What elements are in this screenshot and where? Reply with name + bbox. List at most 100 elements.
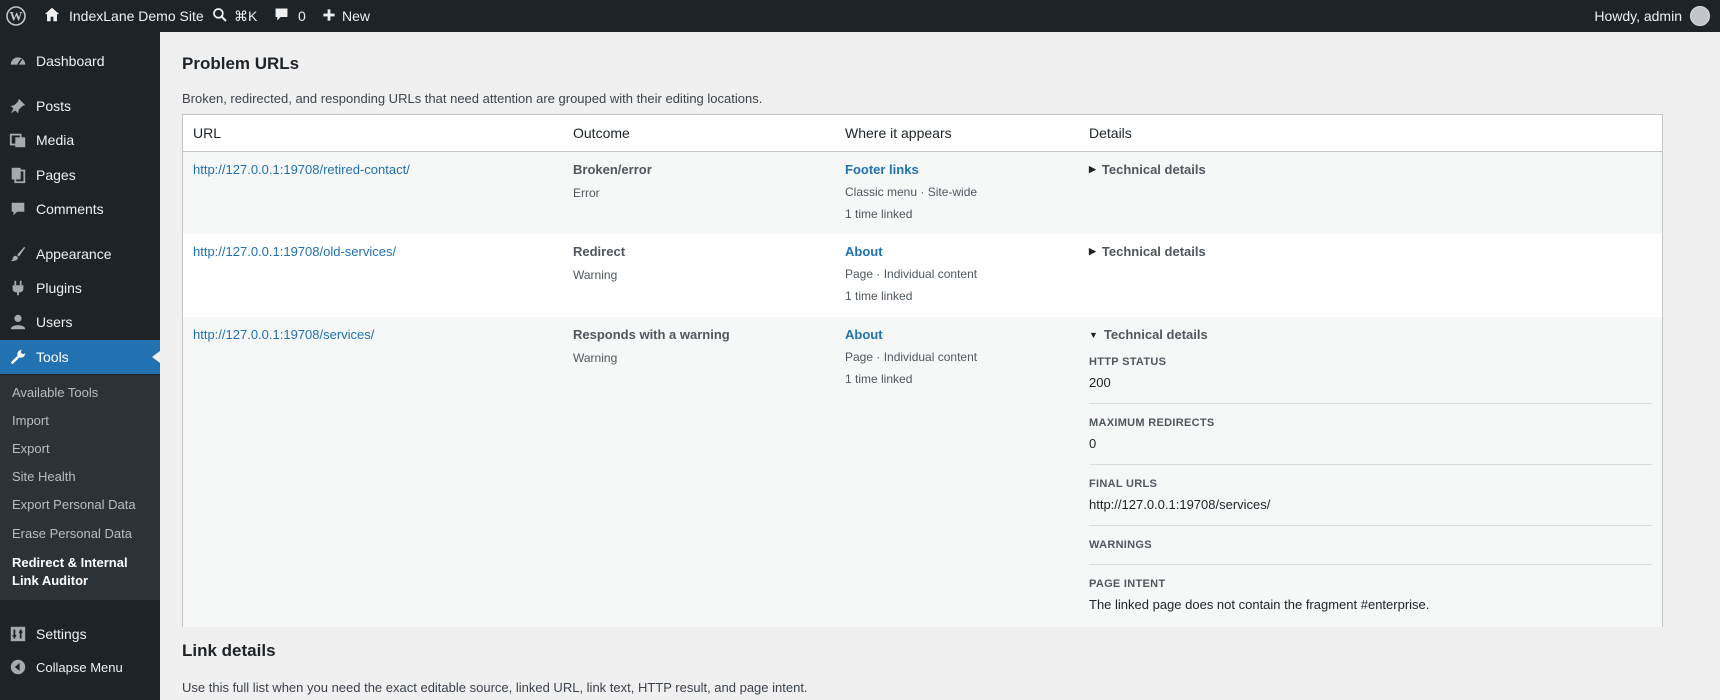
triangle-down-icon: ▼ [1089, 329, 1098, 340]
menu-settings[interactable]: Settings [0, 617, 160, 651]
pages-icon [8, 165, 28, 185]
link-details-title: Link details [182, 641, 276, 660]
detail-label-max-redirects: MAXIMUM REDIRECTS [1089, 417, 1215, 429]
site-name: IndexLane Demo Site [69, 8, 204, 24]
pushpin-icon [8, 96, 28, 116]
menu-dashboard[interactable]: Dashboard [0, 44, 160, 78]
where-meta: Page · Individual content [845, 350, 978, 364]
detail-label-warnings: WARNINGS [1089, 539, 1152, 551]
column-header-url: URL [193, 125, 222, 141]
admin-sidebar: Dashboard Posts Media Pages Comments App… [0, 32, 160, 700]
where-edit-link[interactable]: Footer links [845, 162, 919, 177]
triangle-right-icon: ▶ [1089, 246, 1096, 256]
menu-label: Settings [36, 626, 87, 642]
technical-details-toggle[interactable]: ▶ Technical details [1089, 244, 1206, 259]
detail-divider [1089, 564, 1652, 565]
menu-label: Plugins [36, 280, 82, 296]
table-header: URL Outcome Where it appears Details [183, 115, 1662, 152]
details-summary-label: Technical details [1101, 244, 1206, 259]
column-header-details: Details [1089, 125, 1132, 141]
menu-pages[interactable]: Pages [0, 158, 160, 192]
menu-label: Appearance [36, 246, 112, 262]
detail-label-http-status: HTTP STATUS [1089, 356, 1167, 368]
detail-divider [1089, 464, 1652, 465]
times-linked: 1 time linked [845, 207, 913, 221]
outcome-cell: Redirect Warning [573, 244, 625, 282]
search-icon [212, 7, 228, 26]
collapse-icon [8, 657, 28, 677]
outcome-label: Redirect [573, 244, 626, 259]
comment-icon [8, 199, 28, 219]
submenu-import[interactable]: Import [12, 413, 49, 428]
comments-link[interactable]: 0 [273, 0, 306, 32]
collapse-menu-button[interactable]: Collapse Menu [0, 650, 160, 684]
where-edit-link[interactable]: About [845, 327, 883, 342]
menu-appearance[interactable]: Appearance [0, 237, 160, 271]
outcome-cell: Broken/error Error [573, 162, 652, 200]
where-cell: Footer links Classic menu · Site-wide 1 … [845, 162, 977, 221]
details-summary-label: Technical details [1101, 162, 1206, 177]
problem-url-link[interactable]: http://127.0.0.1:19708/services/ [193, 327, 374, 342]
detail-label-page-intent: PAGE INTENT [1089, 578, 1166, 590]
home-icon [43, 6, 61, 27]
comment-bubble-icon [273, 6, 290, 26]
avatar [1690, 6, 1710, 26]
severity-label: Warning [573, 351, 618, 365]
menu-comments[interactable]: Comments [0, 192, 160, 226]
problem-urls-table: URL Outcome Where it appears Details htt… [182, 114, 1663, 627]
detail-divider [1089, 525, 1652, 526]
menu-media[interactable]: Media [0, 123, 160, 157]
submenu-available-tools[interactable]: Available Tools [12, 385, 98, 400]
menu-tools[interactable]: Tools [0, 340, 160, 374]
detail-value-page-intent: The linked page does not contain the fra… [1089, 597, 1430, 612]
times-linked: 1 time linked [845, 289, 913, 303]
dashboard-icon [8, 51, 28, 71]
technical-details-toggle[interactable]: ▶ Technical details [1089, 162, 1206, 177]
brush-icon [8, 244, 28, 264]
triangle-right-icon: ▶ [1089, 164, 1096, 174]
plus-icon [322, 8, 336, 25]
menu-plugins[interactable]: Plugins [0, 271, 160, 305]
menu-label: Comments [36, 201, 104, 217]
submenu-erase-personal-data[interactable]: Erase Personal Data [12, 526, 132, 541]
submenu-site-health[interactable]: Site Health [12, 469, 76, 484]
problem-urls-description: Broken, redirected, and responding URLs … [182, 91, 763, 106]
column-header-outcome: Outcome [573, 125, 630, 141]
new-content-button[interactable]: New [322, 0, 370, 32]
settings-icon [8, 624, 28, 644]
menu-posts[interactable]: Posts [0, 89, 160, 123]
new-label: New [342, 8, 371, 24]
problem-urls-title: Problem URLs [182, 54, 300, 73]
menu-label: Users [36, 314, 73, 330]
detail-value-http-status: 200 [1089, 375, 1111, 390]
where-edit-link[interactable]: About [845, 244, 883, 259]
technical-details-toggle[interactable]: ▼ Technical details [1089, 327, 1208, 342]
problem-url-link[interactable]: http://127.0.0.1:19708/retired-contact/ [193, 162, 410, 177]
technical-details-list: HTTP STATUS 200 MAXIMUM REDIRECTS 0 FINA… [1089, 354, 1652, 624]
menu-label: Media [36, 132, 75, 148]
menu-label: Collapse Menu [36, 659, 123, 675]
site-name-link[interactable]: IndexLane Demo Site [43, 0, 204, 32]
outcome-cell: Responds with a warning Warning [573, 327, 730, 365]
wrench-icon [8, 347, 28, 367]
wordpress-logo-icon[interactable]: W [6, 0, 30, 32]
problem-url-link[interactable]: http://127.0.0.1:19708/old-services/ [193, 244, 396, 259]
times-linked: 1 time linked [845, 372, 913, 386]
table-row: http://127.0.0.1:19708/services/ Respond… [183, 317, 1662, 627]
svg-text:W: W [10, 9, 23, 24]
submenu-export-personal-data[interactable]: Export Personal Data [12, 497, 136, 512]
menu-label: Dashboard [36, 53, 105, 69]
where-meta: Classic menu · Site-wide [845, 185, 978, 199]
menu-users[interactable]: Users [0, 305, 160, 339]
severity-label: Warning [573, 268, 618, 282]
detail-value-max-redirects: 0 [1089, 436, 1097, 451]
menu-label: Pages [36, 167, 76, 183]
severity-label: Error [573, 186, 600, 200]
detail-value-final-urls: http://127.0.0.1:19708/services/ [1089, 497, 1271, 512]
detail-label-final-urls: FINAL URLS [1089, 478, 1158, 490]
command-search-button[interactable]: ⌘K [212, 0, 257, 32]
detail-divider [1089, 403, 1652, 404]
submenu-export[interactable]: Export [12, 441, 50, 456]
submenu-link-auditor[interactable]: Redirect & Internal Link Auditor [12, 554, 152, 590]
account-menu[interactable]: Howdy, admin [1594, 0, 1710, 32]
